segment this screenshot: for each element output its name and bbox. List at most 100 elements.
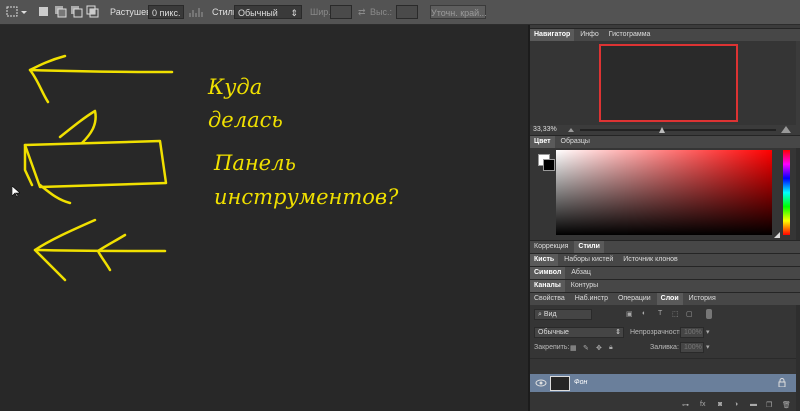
layers-panel-body: ⌕ Вид ▣ ◐ T ⬚ ▢ Обычные ⇕ Непрозрачность… <box>530 305 796 411</box>
add-mask-icon[interactable]: ◙ <box>718 401 722 408</box>
tab-navigator[interactable]: Навигатор <box>530 29 575 41</box>
intersect-selection-icon[interactable] <box>86 5 100 19</box>
opacity-label: Непрозрачность: <box>630 329 685 336</box>
tab-properties[interactable]: Свойства <box>530 293 569 305</box>
chevron-down-icon: ⇕ <box>290 8 298 18</box>
new-group-icon[interactable]: ▬ <box>750 401 757 408</box>
lock-paint-icon[interactable]: ✎ <box>583 344 589 352</box>
layers-tab-strip: Свойства Наб.инстр Операции Слои История <box>530 292 800 305</box>
opacity-input[interactable]: 100% <box>680 327 704 338</box>
navigator-zoom-bar: 33,33% <box>530 125 796 135</box>
layer-style-fx-icon[interactable]: fx <box>700 401 705 408</box>
new-selection-icon[interactable] <box>38 5 50 19</box>
feather-input[interactable]: 0 пикс. <box>148 5 184 19</box>
fill-input[interactable]: 100% <box>680 342 704 353</box>
subtract-from-selection-icon[interactable] <box>70 5 84 19</box>
height-input[interactable] <box>396 5 418 19</box>
channels-tab-strip: Каналы Контуры <box>530 279 800 292</box>
lock-icon <box>778 378 786 387</box>
adjustments-tab-strip: Коррекция Стили <box>530 240 800 253</box>
tab-history[interactable]: История <box>685 293 720 305</box>
layer-name[interactable]: Фон <box>574 379 587 386</box>
tab-info[interactable]: Инфо <box>576 29 603 41</box>
zoom-out-icon[interactable] <box>566 125 576 135</box>
zoom-in-icon[interactable] <box>780 125 792 135</box>
fill-label: Заливка: <box>650 344 679 351</box>
tab-actions[interactable]: Операции <box>614 293 655 305</box>
layers-bottom-bar: ⊶ fx ◙ ◑ ▬ ❐ 🗑︎ <box>680 401 796 411</box>
search-icon: ⌕ <box>538 311 542 318</box>
handwritten-text-line-4: инструментов? <box>214 185 399 209</box>
tab-brush-presets[interactable]: Наборы кистей <box>560 254 617 266</box>
tab-color[interactable]: Цвет <box>530 136 555 148</box>
chevron-down-icon[interactable]: ▾ <box>706 343 710 351</box>
lock-all-icon[interactable]: 🔒︎ <box>609 344 613 352</box>
background-color-swatch[interactable] <box>543 159 555 171</box>
eye-visibility-icon[interactable] <box>535 378 547 388</box>
add-to-selection-icon[interactable] <box>54 5 68 19</box>
blend-mode-select[interactable]: Обычные ⇕ <box>534 327 624 338</box>
marquee-tool-preset-icon[interactable] <box>6 5 28 19</box>
layer-row-background[interactable]: Фон <box>530 374 796 392</box>
hue-slider[interactable] <box>783 150 790 235</box>
tab-histogram[interactable]: Гистограмма <box>605 29 655 41</box>
chevron-down-icon[interactable]: ▾ <box>706 328 710 336</box>
height-label: Выс.: <box>370 7 392 17</box>
tab-character[interactable]: Символ <box>530 267 566 279</box>
handwritten-text-line-1: Куда <box>208 75 263 99</box>
divider <box>530 358 796 359</box>
handwritten-text-line-3: Панель <box>214 151 296 175</box>
filter-type-icon[interactable]: T <box>658 310 662 317</box>
navigator-preview-area <box>530 41 796 125</box>
color-picker-marker-icon <box>774 232 780 238</box>
zoom-slider-thumb[interactable] <box>658 126 666 134</box>
zoom-value[interactable]: 33,33% <box>533 126 557 133</box>
panel-dock: Навигатор Инфо Гистограмма 33,33% Цвет О… <box>528 25 800 411</box>
blend-mode-value: Обычные <box>538 329 569 336</box>
layers-panel-scrollbar[interactable] <box>796 305 800 411</box>
filter-shape-icon[interactable]: ⬚ <box>672 310 679 318</box>
yellow-arrow-drawings <box>23 54 174 282</box>
tab-tool-presets[interactable]: Наб.инстр <box>571 293 612 305</box>
chevron-down-icon: ⇕ <box>615 329 621 336</box>
lock-move-icon[interactable]: ✥ <box>596 344 602 352</box>
color-panel-body <box>530 148 796 240</box>
tab-brush[interactable]: Кисть <box>530 254 559 266</box>
color-saturation-field[interactable] <box>556 150 772 235</box>
layer-filter-kind: Вид <box>543 311 557 318</box>
color-panel-scrollbar[interactable] <box>796 148 800 240</box>
tab-adjustments[interactable]: Коррекция <box>530 241 572 253</box>
tab-clone-source[interactable]: Источник клонов <box>619 254 682 266</box>
width-input[interactable] <box>330 5 352 19</box>
lock-transparent-icon[interactable]: ▦ <box>570 344 577 352</box>
tab-swatches[interactable]: Образцы <box>557 136 594 148</box>
document-canvas[interactable]: Куда делась Панель инструментов? <box>0 25 528 411</box>
style-select[interactable]: Обычный ⇕ <box>234 5 302 19</box>
layer-thumbnail <box>550 376 570 391</box>
filter-pixel-icon[interactable]: ▣ <box>626 310 633 318</box>
tab-channels[interactable]: Каналы <box>530 280 565 292</box>
zoom-slider[interactable] <box>580 129 776 131</box>
handwritten-text-line-2: делась <box>208 108 283 132</box>
character-tab-strip: Символ Абзац <box>530 266 800 279</box>
refine-edge-button[interactable]: Уточн. край... <box>430 5 487 19</box>
tab-layers[interactable]: Слои <box>656 293 683 305</box>
navigator-tab-strip: Навигатор Инфо Гистограмма <box>530 28 800 41</box>
brush-tab-strip: Кисть Наборы кистей Источник клонов <box>530 253 800 266</box>
filter-adjustment-icon[interactable]: ◐ <box>642 310 646 317</box>
layer-filter-select[interactable]: ⌕ Вид <box>534 309 592 320</box>
anti-alias-icon[interactable] <box>188 5 204 19</box>
tab-styles[interactable]: Стили <box>574 241 604 253</box>
new-layer-icon[interactable]: ❐ <box>766 401 772 409</box>
adjustment-layer-icon[interactable]: ◑ <box>734 401 738 408</box>
swap-icon[interactable]: ⇄ <box>358 5 366 19</box>
link-layers-icon[interactable]: ⊶ <box>682 401 689 409</box>
trash-icon[interactable]: 🗑︎ <box>782 401 791 409</box>
options-bar: Растушевка: 0 пикс. Стиль: Обычный ⇕ Шир… <box>0 0 800 25</box>
mouse-cursor-icon <box>12 186 20 198</box>
tab-paths[interactable]: Контуры <box>567 280 602 292</box>
filter-toggle[interactable] <box>706 309 712 319</box>
navigator-view-box[interactable] <box>599 44 738 122</box>
filter-smart-object-icon[interactable]: ▢ <box>686 310 693 318</box>
tab-paragraph[interactable]: Абзац <box>567 267 595 279</box>
